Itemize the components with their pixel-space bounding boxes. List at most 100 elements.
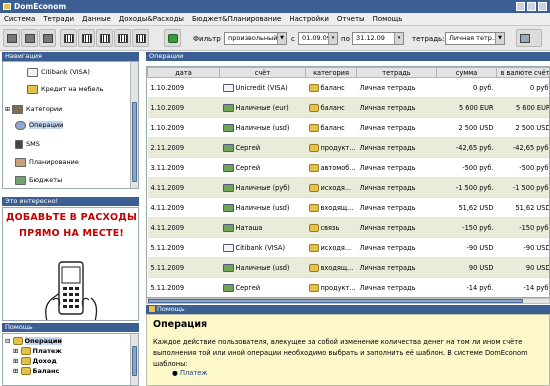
cell-text: продукт... — [320, 283, 356, 292]
nav-item-loan[interactable]: Кредит на мебель — [27, 82, 104, 96]
minimize-icon[interactable] — [516, 2, 525, 11]
nav-item-sms[interactable]: SMS — [15, 137, 40, 151]
table-row[interactable]: 1.10.2009 Наличные (eur) баланс Личная тетр… — [147, 97, 549, 118]
cell-amount: -150 руб. — [436, 217, 497, 238]
notebook-select[interactable]: Личная тетр... ▼ — [445, 32, 505, 45]
view-menu-button[interactable] — [516, 29, 542, 47]
money-icon — [222, 163, 234, 172]
column-header-account[interactable]: счёт — [219, 67, 306, 78]
calendar-icon[interactable]: ▾ — [394, 33, 403, 44]
cell-category: продукт... — [305, 277, 357, 297]
help-line-1: Каждое действие пользователя, влекущее з… — [153, 338, 523, 346]
cell-text: 1.10.2009 — [150, 123, 185, 132]
menu-item-system[interactable]: Система — [0, 13, 39, 26]
expand-icon[interactable]: ⊞ — [5, 106, 10, 113]
cell-text: Citibank (VISA) — [235, 243, 286, 252]
expand-icon[interactable]: ⊞ — [13, 367, 18, 375]
cell-notebook: Личная тетрадь — [356, 77, 437, 98]
expand-icon[interactable]: ⊞ — [13, 347, 18, 355]
barcode-button-1[interactable] — [60, 29, 77, 47]
folder-icon — [7, 34, 17, 43]
menu-item-budget[interactable]: Бюджет&Планирование — [188, 13, 285, 26]
table-row[interactable]: 4.11.2009 Наличные (usd) входящ... Личная т… — [147, 197, 549, 218]
barcode-button-4[interactable] — [114, 29, 131, 47]
scrollbar-thumb[interactable] — [132, 346, 137, 376]
barcode-button-3[interactable] — [96, 29, 113, 47]
cell-date: 1.10.2009 — [147, 77, 220, 98]
scrollbar-thumb[interactable] — [148, 299, 523, 303]
barcode-button-5[interactable] — [132, 29, 149, 47]
nav-item-budgets[interactable]: Бюджеты — [15, 173, 62, 187]
from-date-field[interactable]: 01.09.09 ▾ — [298, 32, 338, 45]
close-icon[interactable] — [538, 2, 547, 11]
barcode-icon — [100, 34, 110, 43]
navigation-panel: Citibank (VISA) Кредит на мебель ⊞ Катего… — [2, 61, 139, 189]
help-tree-item-payment[interactable]: ⊞ Платеж — [13, 347, 62, 355]
expand-icon[interactable]: ⊞ — [13, 357, 18, 365]
barcode-button-2[interactable] — [78, 29, 95, 47]
maximize-icon[interactable] — [527, 2, 536, 11]
nav-item-label: Операции — [29, 121, 64, 129]
nav-item-citibank[interactable]: Citibank (VISA) — [27, 65, 90, 79]
cell-category: баланс — [305, 77, 357, 98]
help-panel: Операция Каждое действие пользователя, в… — [146, 314, 550, 386]
table-row[interactable]: 1.10.2009 Unicredit (VISA) баланс Личная те… — [147, 77, 549, 98]
folder-open-button[interactable] — [3, 29, 20, 47]
menu-item-settings[interactable]: Настройки — [285, 13, 333, 26]
cell-date: 4.11.2009 — [147, 217, 220, 238]
table-row[interactable]: 3.11.2009 Сергей автомоб... Личная тетрадь -… — [147, 157, 549, 178]
help-tree-item-balance[interactable]: ⊞ Баланс — [13, 367, 59, 375]
folder-save-button[interactable] — [21, 29, 38, 47]
nav-item-operations[interactable]: Операции — [15, 118, 64, 132]
cell-text: Личная тетрадь — [359, 203, 416, 212]
calendar-icon[interactable]: ▾ — [328, 33, 337, 44]
cell-category: входящ... — [305, 257, 357, 278]
promo-header: Это интересно! — [2, 197, 139, 206]
cell-text: баланс — [320, 83, 345, 92]
column-header-date[interactable]: дата — [147, 67, 220, 78]
menu-item-notebooks[interactable]: Тетради — [39, 13, 78, 26]
table-row[interactable]: 1.10.2009 Наличные (usd) баланс Личная тетр… — [147, 117, 549, 138]
menu-item-reports[interactable]: Отчеты — [333, 13, 369, 26]
cell-in-currency: -14 руб. — [496, 277, 549, 297]
help-link[interactable]: Платеж — [180, 369, 207, 377]
to-date-field[interactable]: 31.12.09 ▾ — [352, 32, 404, 45]
cell-text: Наличные (usd) — [235, 203, 290, 212]
nav-item-planning[interactable]: Планирование — [15, 155, 79, 169]
add-operation-button[interactable] — [164, 29, 181, 47]
table-row[interactable]: 5.11.2009 Citibank (VISA) исходя... Личная … — [147, 237, 549, 258]
cell-date: 1.10.2009 — [147, 117, 220, 138]
column-header-in-currency[interactable]: в валюте счёт — [496, 67, 549, 78]
navigation-scrollbar[interactable] — [130, 62, 138, 188]
category-icon — [308, 103, 319, 112]
table-row[interactable]: 5.11.2009 Сергей продукт... Личная тетрадь -… — [147, 277, 549, 297]
column-header-category[interactable]: категория — [305, 67, 357, 78]
collapse-icon[interactable]: ⊟ — [5, 337, 10, 345]
menu-item-data[interactable]: Данные — [78, 13, 115, 26]
menu-item-income-expense[interactable]: Доходы&Расходы — [115, 13, 188, 26]
help-tree-item-operations[interactable]: ⊟ Операции — [5, 337, 62, 345]
table-row[interactable]: 4.11.2009 Наташа связь Личная тетрадь -150 р… — [147, 217, 549, 238]
menu-item-help[interactable]: Помощь — [369, 13, 407, 26]
folder-icon — [25, 34, 35, 43]
to-label: по — [341, 35, 350, 43]
table-row[interactable]: 5.11.2009 Наличные (usd) входящ... Личная т… — [147, 257, 549, 278]
help-tree-item-income[interactable]: ⊞ Доход — [13, 357, 57, 365]
chevron-down-icon[interactable]: ▼ — [495, 33, 504, 44]
cell-notebook: Личная тетрадь — [356, 137, 437, 158]
nav-item-categories[interactable]: ⊞ Категории — [5, 102, 62, 116]
chevron-down-icon[interactable]: ▼ — [277, 33, 286, 44]
folder-print-button[interactable] — [39, 29, 56, 47]
cell-text: Личная тетрадь — [359, 103, 416, 112]
help-tree-scrollbar[interactable] — [130, 334, 138, 385]
table-row[interactable]: 2.11.2009 Сергей продукт... Личная тетрадь -… — [147, 137, 549, 158]
cell-text: 51,62 USD — [458, 203, 494, 212]
column-header-amount[interactable]: сумма — [436, 67, 497, 78]
table-row[interactable]: 4.11.2009 Наличные (руб) исходя... Личная т… — [147, 177, 549, 198]
cell-text: 5.11.2009 — [150, 243, 185, 252]
scrollbar-thumb[interactable] — [132, 102, 137, 182]
column-header-notebook[interactable]: тетрадь — [356, 67, 437, 78]
operations-horizontal-scrollbar[interactable] — [146, 298, 550, 304]
filter-select[interactable]: произвольный ▼ — [224, 32, 287, 45]
help-bullet-payment[interactable]: ● Платеж — [172, 369, 207, 377]
